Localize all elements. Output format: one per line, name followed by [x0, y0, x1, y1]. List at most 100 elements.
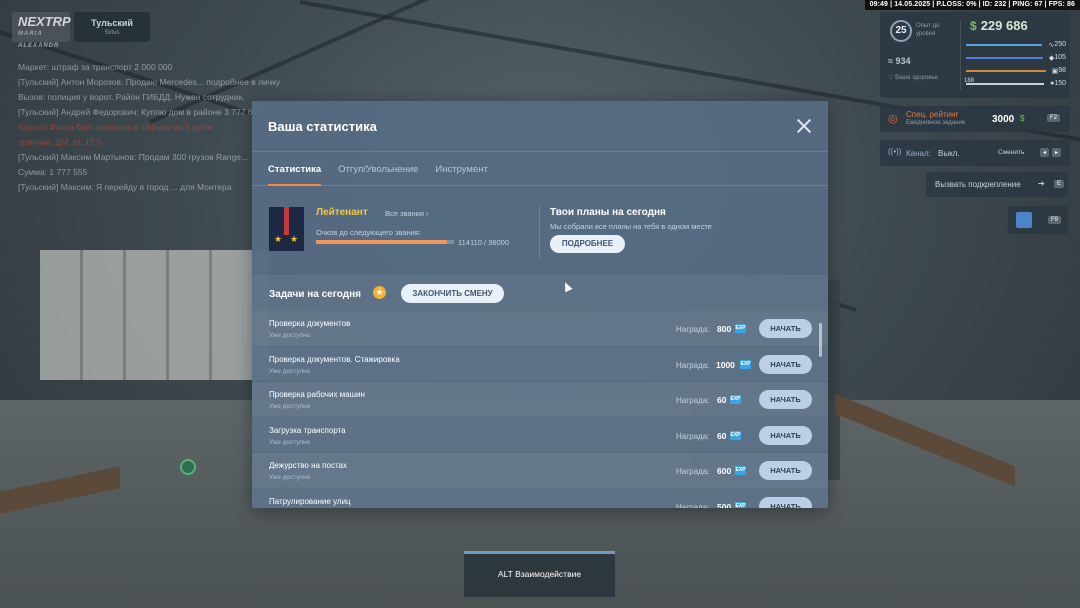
health-status: ♡ Ваше здоровье	[888, 74, 938, 81]
health-label: Ваше здоровье	[895, 75, 938, 81]
spec-rating-sub: Ежедневное задание	[906, 120, 966, 126]
stat-value: 250	[1054, 41, 1066, 48]
hotkey-badge: ◂	[1040, 148, 1050, 157]
task-row: Проверка документов Уже доступно Награда: 8…	[252, 311, 828, 347]
start-task-button[interactable]: НАЧАТЬ	[759, 354, 812, 374]
rank-insignia-icon: ★ ★	[269, 207, 304, 251]
reward-value: 1000	[716, 359, 735, 370]
map-widget[interactable]: F9	[1008, 206, 1068, 234]
rank-name: Лейтенант	[316, 207, 368, 218]
wing-stat: ≈ 934	[888, 56, 911, 66]
wing-value: 934	[895, 56, 911, 66]
radio-label: Канал:	[906, 149, 931, 158]
end-shift-button[interactable]: ЗАКОНЧИТЬ СМЕНУ	[401, 284, 504, 303]
task-status: Уже доступно	[269, 332, 311, 339]
spec-rating-panel[interactable]: ◎ Спец. рейтинг Ежедневное задание 3000 …	[880, 106, 1070, 132]
divider	[539, 206, 540, 258]
start-task-button[interactable]: НАЧАТЬ	[759, 461, 812, 480]
reward-value: 60	[717, 430, 727, 441]
chat-line: [Тульский] Антон Морозов: Продаю Mercede…	[18, 77, 281, 87]
modal-header: Ваша статистика	[252, 101, 828, 151]
stat-armor: ◆ 105	[966, 51, 1066, 64]
exp-icon: EXP	[730, 430, 741, 440]
tab-statistics[interactable]: Статистика	[268, 152, 322, 186]
task-name: Дежурство на постах	[269, 461, 347, 470]
start-task-button[interactable]: НАЧАТЬ	[759, 425, 812, 445]
exp-icon: EXP	[735, 466, 746, 475]
server-logo: NEXTRP MARIA ALEXANDR	[12, 12, 71, 49]
rank-progress-fill	[316, 240, 448, 244]
interaction-prompt: ALT Взаимодействие	[464, 551, 615, 597]
task-status: Уже доступно	[269, 474, 311, 481]
lockers	[40, 250, 270, 380]
task-row: Загрузка транспорта Уже доступно Награда: 6…	[252, 418, 828, 453]
heart-icon: ♡	[888, 75, 894, 81]
task-name: Загрузка транспорта	[269, 425, 346, 435]
logo-subtext: MARIA ALEXANDR	[18, 31, 60, 49]
call-backup-button[interactable]: Вызвать подкрепление ➔ E	[926, 172, 1068, 197]
reward-value: 60	[717, 395, 727, 405]
chat-line: [Тульский] Андрей Федорович: Куплю дом в…	[18, 107, 262, 117]
task-name: Проверка документов	[269, 319, 351, 328]
task-name: Патрулирование улиц	[269, 496, 351, 506]
map-icon	[1016, 212, 1032, 228]
hotkey-badge: E	[1054, 180, 1065, 188]
exp-icon: EXP	[730, 395, 741, 404]
city-subtext: Sirius	[104, 30, 120, 36]
reward-label: Награда:	[676, 396, 710, 405]
stat-food: ▣ 98	[966, 64, 1066, 77]
all-ranks-label: Все звания	[385, 209, 424, 218]
vital-stats: ∿ 250 ◆ 105 ▣ 98 ● 150	[966, 38, 1066, 90]
all-ranks-link[interactable]: Все звания ›	[385, 209, 429, 218]
map-marker-icon	[180, 459, 196, 475]
stat-value: 105	[1054, 54, 1066, 61]
more-details-button[interactable]: ПОДРОБНЕЕ	[550, 235, 625, 253]
plans-subtitle: Мы собрали все планы на тебя в одном мес…	[550, 222, 712, 231]
task-name: Проверка документов. Стажировка	[269, 354, 400, 364]
divider	[960, 20, 961, 90]
tab-bar: Статистика Отгул/Увольнение Инструмент	[252, 152, 828, 186]
start-task-button[interactable]: НАЧАТЬ	[759, 496, 812, 508]
hotkey-badge: F2	[1046, 114, 1060, 122]
tasks-header: Задачи на сегодня ★ ЗАКОНЧИТЬ СМЕНУ	[252, 275, 828, 311]
money-display: $229 686	[970, 18, 1028, 33]
money-value: 229 686	[980, 18, 1028, 33]
reward-label: Награда:	[676, 431, 710, 441]
reward-label: Награда:	[676, 360, 710, 370]
spec-rating-label: Спец. рейтинг	[906, 110, 959, 119]
status-bar: 09:49 | 14.05.2025 | P.LOSS: 0% | ID: 23…	[864, 0, 1080, 10]
backup-label: Вызвать подкрепление	[935, 180, 1021, 189]
start-task-button[interactable]: НАЧАТЬ	[759, 319, 812, 338]
task-status: Уже доступно	[269, 438, 311, 446]
task-row: Проверка рабочих машин Уже доступно Наград…	[252, 382, 828, 418]
task-list[interactable]: Проверка документов Уже доступно Награда: 8…	[252, 311, 828, 508]
task-status: Уже доступно	[269, 403, 311, 410]
daily-tasks-section: Задачи на сегодня ★ ЗАКОНЧИТЬ СМЕНУ Пров…	[252, 275, 828, 508]
cash-icon: $	[970, 19, 977, 33]
modal-title: Ваша статистика	[268, 119, 377, 134]
tab-leave-dismissal[interactable]: Отгул/Увольнение	[338, 152, 418, 185]
statistics-modal: Ваша статистика Статистика Отгул/Увольне…	[252, 101, 828, 508]
chat-line: Сумма: 1 777 555	[18, 167, 88, 177]
close-icon[interactable]	[796, 118, 812, 134]
chat-line: Кирилл Фокин был заключен в тюрьму на 5 …	[18, 122, 213, 132]
chevron-right-icon: ›	[426, 209, 429, 218]
stat-value: 150	[1054, 80, 1066, 87]
radio-channel-panel[interactable]: ((•)) Канал: Выкл. Сменить ◂ ▸	[880, 140, 1070, 166]
rank-progress-bar	[316, 240, 454, 244]
task-row: Проверка документов. Стажировка Уже досту…	[252, 347, 828, 382]
chat-line: [Тульский] Максим: Я перейду в город ...…	[18, 182, 232, 192]
points-label: Очков до следующего звания:	[316, 228, 421, 237]
plans-title: Твои планы на сегодня	[550, 207, 666, 218]
scrollbar[interactable]	[819, 323, 822, 357]
city-name: Тульский	[91, 18, 133, 28]
tab-tools[interactable]: Инструмент	[435, 152, 487, 185]
arrow-icon: ➔	[1038, 179, 1045, 188]
level-badge: 25	[890, 20, 912, 42]
stat-value: 98	[1058, 67, 1066, 74]
extra-stat: 188	[964, 78, 975, 84]
exp-icon: EXP	[740, 359, 751, 369]
chat-log: Маркет: штраф за транспорт 2 000 000 [Ту…	[18, 62, 288, 197]
spec-rating-value: 3000	[992, 114, 1015, 125]
start-task-button[interactable]: НАЧАТЬ	[759, 390, 812, 409]
